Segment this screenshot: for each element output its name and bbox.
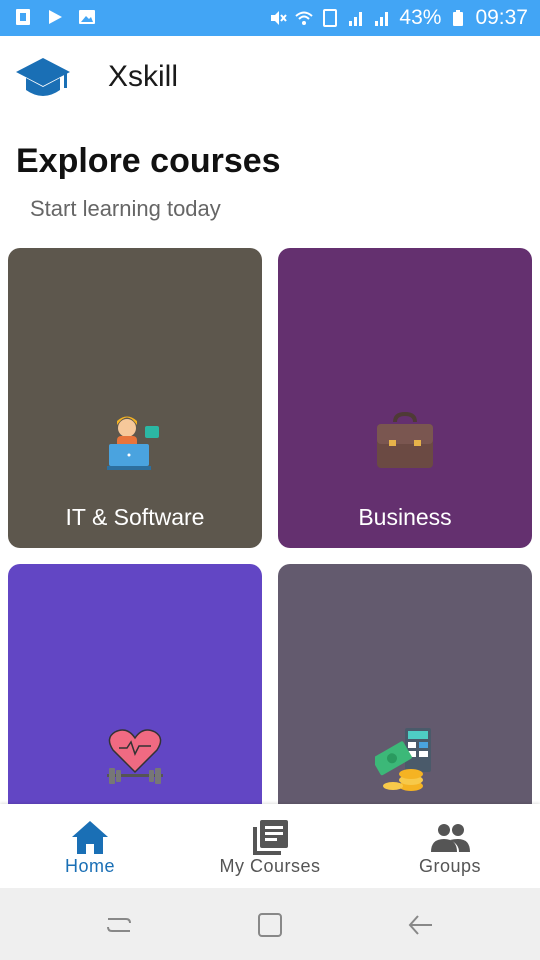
nav-home[interactable]: Home bbox=[0, 804, 180, 888]
course-card-label: IT & Software bbox=[65, 504, 205, 530]
wifi-icon bbox=[295, 11, 314, 25]
app-bar: Xskill bbox=[0, 36, 540, 120]
course-card-label: Business bbox=[358, 504, 452, 530]
clock: 09:37 bbox=[475, 6, 528, 29]
nav-groups-label: Groups bbox=[418, 856, 482, 876]
course-grid: IT & Software Business bbox=[0, 248, 540, 804]
nav-my-courses-label: My Courses bbox=[219, 856, 321, 876]
nav-home-label: Home bbox=[64, 856, 115, 876]
signal-icon bbox=[349, 12, 363, 26]
signal-2-icon bbox=[375, 12, 389, 26]
app-title: Xskill bbox=[108, 60, 179, 93]
groups-icon bbox=[431, 824, 470, 852]
course-card-business[interactable]: Business bbox=[278, 248, 532, 548]
mute-icon bbox=[271, 11, 288, 25]
graduation-cap-icon bbox=[16, 58, 70, 96]
course-card-it-software[interactable]: IT & Software bbox=[8, 248, 262, 548]
developer-laptop-icon bbox=[107, 416, 159, 470]
money-calculator-icon bbox=[375, 728, 431, 791]
home-icon bbox=[72, 821, 108, 854]
course-card-finance[interactable] bbox=[278, 564, 532, 804]
status-right-icons: 43% 09:37 bbox=[269, 6, 528, 30]
sd-card-icon bbox=[323, 9, 338, 27]
battery-percent: 43% bbox=[399, 6, 442, 29]
battery-icon bbox=[453, 10, 464, 26]
bottom-navigation: Home My Courses Groups bbox=[0, 804, 540, 888]
page-subtitle: Start learning today bbox=[30, 196, 221, 221]
recent-apps-icon[interactable] bbox=[104, 910, 134, 940]
course-card-health-fitness[interactable] bbox=[8, 564, 262, 804]
nav-my-courses[interactable]: My Courses bbox=[180, 804, 360, 888]
status-left-icons bbox=[14, 8, 96, 26]
system-navigation-bar bbox=[0, 888, 540, 960]
heart-dumbbell-icon bbox=[107, 729, 163, 784]
back-arrow-icon[interactable] bbox=[406, 910, 436, 940]
play-icon bbox=[49, 10, 62, 24]
status-bar: 43% 09:37 bbox=[0, 0, 540, 36]
nav-groups[interactable]: Groups bbox=[360, 804, 540, 888]
briefcase-icon bbox=[377, 411, 433, 468]
image-icon bbox=[79, 10, 95, 24]
page-title: Explore courses bbox=[16, 142, 281, 180]
sim-card-icon bbox=[16, 9, 30, 25]
library-books-icon bbox=[253, 820, 288, 855]
home-button-icon[interactable] bbox=[255, 910, 285, 940]
